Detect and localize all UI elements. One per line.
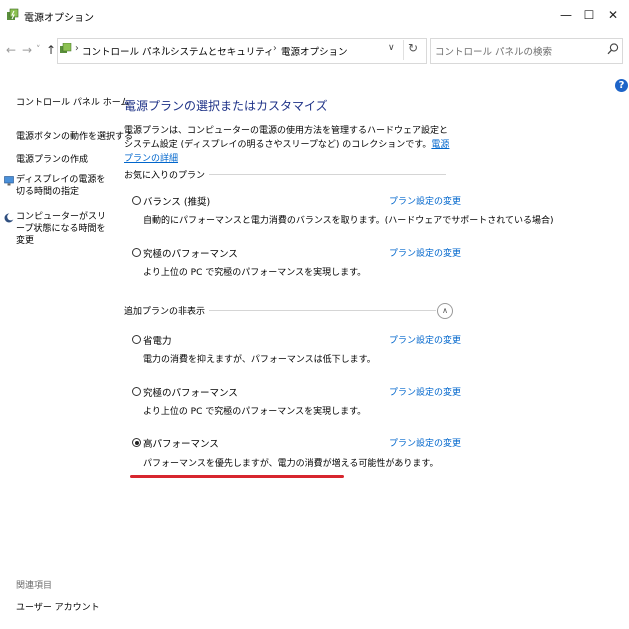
back-button[interactable]: ← — [6, 43, 16, 57]
plan-name-ultimate-fav: 究極のパフォーマンス — [143, 249, 238, 260]
plan-desc-balanced: 自動的にパフォーマンスと電力消費のバランスを取ります。(ハードウェアでサポートさ… — [143, 216, 554, 226]
change-plan-link-ultimate-fav[interactable]: プラン設定の変更 — [389, 246, 461, 259]
window-title: 電源オプション — [24, 13, 94, 24]
control-panel-icon — [60, 43, 72, 53]
intro-description: 電源プランは、コンピューターの電源の使用方法を管理するハードウェア設定とシステム… — [124, 126, 449, 150]
help-icon[interactable]: ? — [615, 79, 628, 92]
see-also-user-accounts[interactable]: ユーザー アカウント — [16, 600, 100, 613]
additional-plans-header: 追加プランの非表示 — [124, 304, 210, 317]
plan-radio-power-saver[interactable] — [132, 335, 141, 344]
plan-name-high-performance: 高パフォーマンス — [143, 439, 219, 450]
see-also-label: 関連項目 — [16, 581, 53, 591]
power-options-icon — [7, 8, 19, 20]
plan-desc-power-saver: 電力の消費を抑えますが、パフォーマンスは低下します。 — [143, 355, 376, 365]
plan-radio-ultimate-fav[interactable] — [132, 248, 141, 257]
highlight-underline — [130, 475, 344, 478]
refresh-icon[interactable]: ↻ — [408, 41, 418, 55]
breadcrumb-separator: › — [162, 43, 166, 54]
plan-radio-high-performance[interactable] — [132, 438, 141, 447]
breadcrumb-separator: › — [273, 43, 277, 54]
maximize-button[interactable]: ☐ — [579, 6, 599, 24]
search-input[interactable]: コントロール パネルの検索 — [435, 44, 552, 58]
page-title: 電源プランの選択またはカスタマイズ — [124, 99, 328, 113]
recent-locations-button[interactable]: ˅ — [36, 45, 41, 55]
up-button[interactable]: ↑ — [46, 43, 56, 57]
forward-button[interactable]: → — [22, 43, 32, 57]
plan-desc-ultimate: より上位の PC で究極のパフォーマンスを実現します。 — [143, 407, 367, 417]
search-icon[interactable] — [606, 42, 620, 56]
collapse-chevron-up-icon[interactable]: ∧ — [437, 303, 453, 319]
breadcrumb-separator: › — [75, 43, 79, 54]
title-bar — [0, 0, 629, 31]
plan-name-power-saver: 省電力 — [143, 336, 172, 347]
breadcrumb-control-panel[interactable]: コントロール パネル — [82, 44, 171, 58]
sleep-moon-icon — [4, 213, 14, 223]
plan-name-ultimate: 究極のパフォーマンス — [143, 388, 238, 399]
plan-radio-balanced[interactable] — [132, 196, 141, 205]
plan-desc-high-performance: パフォーマンスを優先しますが、電力の消費が増える可能性があります。 — [143, 459, 439, 469]
change-plan-link-high-performance[interactable]: プラン設定の変更 — [389, 436, 461, 449]
intro-text: 電源プランは、コンピューターの電源の使用方法を管理するハードウェア設定とシステム… — [124, 124, 454, 166]
minimize-button[interactable]: — — [556, 6, 576, 24]
sidebar-home-link[interactable]: コントロール パネル ホーム — [16, 95, 129, 108]
change-plan-link-ultimate[interactable]: プラン設定の変更 — [389, 385, 461, 398]
sidebar-item-power-button[interactable]: 電源ボタンの動作を選択する — [16, 129, 133, 142]
sidebar-item-sleep-time[interactable]: コンピューターがスリープ状態になる時間を変更 — [16, 211, 106, 247]
breadcrumb-system-security[interactable]: システムとセキュリティ — [170, 44, 274, 58]
change-plan-link-balanced[interactable]: プラン設定の変更 — [389, 194, 461, 207]
favorites-header: お気に入りのプラン — [124, 168, 210, 181]
sidebar-item-create-plan[interactable]: 電源プランの作成 — [16, 152, 88, 165]
address-dropdown-icon[interactable]: ∨ — [388, 43, 395, 53]
address-divider — [403, 40, 404, 60]
close-button[interactable]: ✕ — [603, 6, 623, 24]
plan-name-balanced: バランス (推奨) — [143, 197, 211, 208]
display-icon — [4, 176, 14, 186]
sidebar-item-display-off[interactable]: ディスプレイの電源を切る時間の指定 — [16, 174, 106, 198]
change-plan-link-power-saver[interactable]: プラン設定の変更 — [389, 333, 461, 346]
breadcrumb-power-options[interactable]: 電源オプション — [281, 44, 348, 58]
plan-radio-ultimate[interactable] — [132, 387, 141, 396]
plan-desc-ultimate-fav: より上位の PC で究極のパフォーマンスを実現します。 — [143, 268, 367, 278]
